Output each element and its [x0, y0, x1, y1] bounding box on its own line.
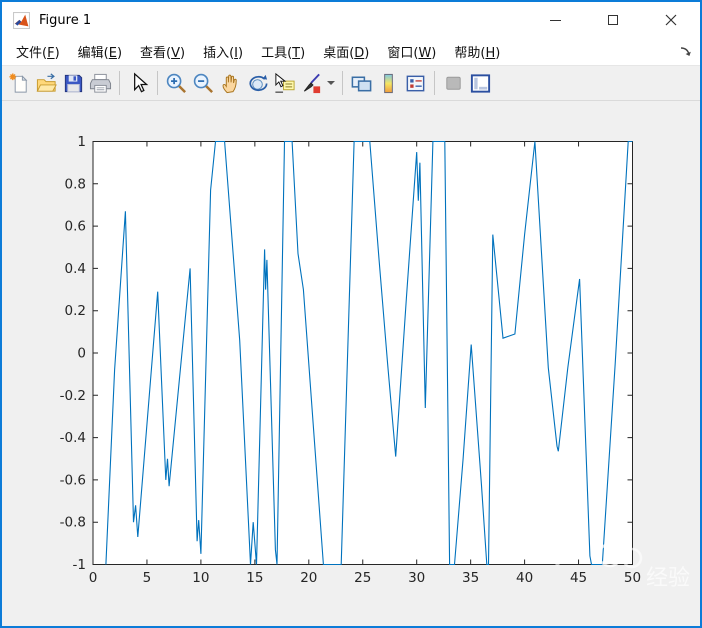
plot-area[interactable]	[92, 141, 633, 565]
menu-item-insert[interactable]: 插入(I)	[194, 38, 252, 65]
x-tick-label: 5	[143, 570, 152, 586]
menu-item-help[interactable]: 帮助(H)	[445, 38, 509, 65]
dock-arrow-icon[interactable]	[679, 45, 692, 58]
link-plot-icon	[351, 76, 372, 91]
brush-icon	[303, 73, 321, 93]
show-plot-tools-button[interactable]	[467, 70, 494, 97]
x-tick-label: 25	[354, 570, 371, 586]
data-cursor-icon	[275, 72, 295, 93]
menu-item-view[interactable]: 查看(V)	[131, 38, 194, 65]
x-tick-label: 15	[246, 570, 263, 586]
figure-window: Figure 1 文件(F) 编辑(E) 查看(V) 插入(I) 工具(T) 桌面(D) 窗…	[0, 0, 702, 628]
y-tick-label: 0	[77, 346, 86, 362]
x-tick-label: 10	[192, 570, 209, 586]
y-tick-label: 0.2	[65, 303, 86, 319]
x-tick-label: 50	[624, 570, 641, 586]
save-figure-icon	[64, 74, 83, 92]
insert-legend-icon	[406, 75, 425, 91]
new-figure-button[interactable]	[6, 70, 33, 97]
x-tick-label: 0	[89, 570, 98, 586]
x-tick-label: 35	[462, 570, 479, 586]
x-tick-label: 30	[408, 570, 425, 586]
y-tick-label: -0.8	[60, 515, 86, 531]
zoom-out-icon	[193, 73, 214, 93]
y-tick-label: 0.4	[65, 261, 86, 277]
edit-plot-cursor-icon	[134, 72, 149, 92]
x-tick-label: 40	[516, 570, 533, 586]
rotate-3d-icon	[249, 74, 268, 91]
zoom-out-button[interactable]	[190, 70, 217, 97]
line-plot[interactable]: 0 5 10 15 20 25 30 35 40 45 50 -1 -0.8 -0.6 -0.4 -0.2 0 0…	[2, 101, 700, 626]
link-plot-button[interactable]	[348, 70, 375, 97]
print-figure-icon	[89, 73, 112, 93]
new-figure-icon	[9, 72, 28, 93]
show-plot-tools-dock-icon	[470, 73, 491, 93]
insert-colorbar-button[interactable]	[375, 70, 402, 97]
maximize-icon	[608, 15, 618, 25]
toolbar-separator	[157, 71, 158, 95]
toolbar-separator	[119, 71, 120, 95]
toolbar-separator	[342, 71, 343, 95]
edit-plot-button[interactable]	[125, 70, 152, 97]
close-button[interactable]	[642, 2, 700, 38]
menu-item-desktop[interactable]: 桌面(D)	[314, 38, 378, 65]
rotate-3d-button[interactable]	[244, 70, 271, 97]
hide-plot-tools-icon	[446, 76, 461, 90]
pan-hand-icon	[222, 74, 237, 93]
save-figure-button[interactable]	[60, 70, 87, 97]
y-tick-label: 0.6	[65, 219, 86, 235]
data-cursor-button[interactable]	[271, 70, 298, 97]
window-controls	[526, 2, 700, 38]
menu-item-edit[interactable]: 编辑(E)	[69, 38, 131, 65]
y-tick-label: -0.2	[60, 388, 86, 404]
x-tick-label: 45	[570, 570, 587, 586]
pan-button[interactable]	[217, 70, 244, 97]
y-tick-label: -0.4	[60, 430, 86, 446]
minimize-icon	[549, 19, 561, 21]
print-figure-button[interactable]	[87, 70, 114, 97]
insert-legend-button[interactable]	[402, 70, 429, 97]
matlab-logo-icon	[13, 11, 30, 29]
brush-button[interactable]	[298, 70, 325, 97]
y-tick-label: -1	[73, 557, 86, 573]
y-tick-label: 0.8	[65, 176, 86, 192]
window-title: Figure 1	[39, 12, 92, 28]
toolbar	[2, 66, 700, 101]
toolbar-separator	[434, 71, 435, 95]
open-file-button[interactable]	[33, 70, 60, 97]
y-tick-label: 1	[77, 134, 86, 150]
minimize-button[interactable]	[526, 2, 584, 38]
hide-plot-tools-button[interactable]	[440, 70, 467, 97]
zoom-in-icon	[166, 73, 187, 93]
brush-dropdown-icon[interactable]	[327, 81, 335, 85]
x-tick-label: 20	[300, 570, 317, 586]
title-bar: Figure 1	[2, 2, 700, 38]
menu-item-file[interactable]: 文件(F)	[7, 38, 69, 65]
figure-canvas[interactable]: 0 5 10 15 20 25 30 35 40 45 50 -1 -0.8 -0.6 -0.4 -0.2 0 0…	[2, 101, 700, 626]
zoom-in-button[interactable]	[163, 70, 190, 97]
insert-colorbar-icon	[384, 73, 393, 93]
menu-bar: 文件(F) 编辑(E) 查看(V) 插入(I) 工具(T) 桌面(D) 窗口(W) 帮助(H)	[2, 38, 700, 66]
y-tick-label: -0.6	[60, 472, 86, 488]
menu-item-tools[interactable]: 工具(T)	[252, 38, 314, 65]
open-file-icon	[36, 72, 57, 92]
close-icon	[665, 14, 677, 26]
menu-item-window[interactable]: 窗口(W)	[378, 38, 445, 65]
maximize-button[interactable]	[584, 2, 642, 38]
